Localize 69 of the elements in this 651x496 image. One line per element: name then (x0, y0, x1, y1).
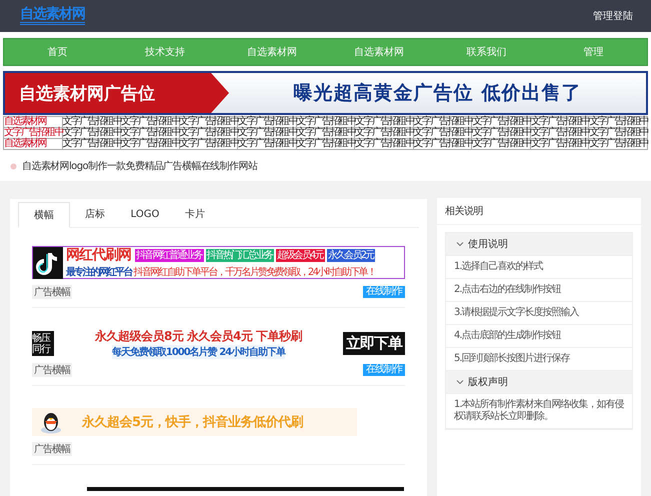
notice-text: 自选素材网logo制作一款免费精品广告横幅在线制作网站 (22, 160, 258, 173)
text-ad-link[interactable]: 文字广告招租中 (413, 128, 472, 138)
banner-slogan: 抖音网红自助下单平台，千万名片赞免费领取，24小时自助下单！ (134, 266, 376, 279)
text-ad-link[interactable]: 文字广告招租中 (238, 116, 296, 128)
text-ad-link[interactable]: 自选素材网 (4, 138, 62, 150)
banner-tag: 抖音热门汇总业务 (206, 248, 274, 262)
text-ad-link[interactable]: 文字广告招租中 (4, 128, 62, 138)
help-text: 1.选择自己喜欢的样式 (446, 256, 632, 279)
help-text: 3.请根据提示文字长度按照输入 (446, 302, 632, 325)
text-ad-link[interactable]: 文字广告招租中 (354, 128, 414, 138)
text-ad-link[interactable]: 文字广告招租中 (120, 138, 180, 150)
banner-label: 广告横幅 (32, 363, 72, 377)
text-ad-link[interactable]: 文字广告招租中 (588, 128, 648, 138)
banner-heading: 自选素材网广告位 (5, 73, 229, 113)
text-ad-link[interactable]: 文字广告招租中 (530, 128, 589, 138)
text-ad-link[interactable]: 文字广告招租中 (530, 138, 589, 150)
banner-tag: 抖音网红普通业务 (135, 248, 204, 262)
help-text: 1.本站所有制作素材来自网络收集，如有侵权请联系站长立即删除。 (446, 394, 632, 429)
text-ad-link[interactable]: 文字广告招租中 (413, 138, 472, 150)
help-text: 2.点击右边的在线制作按钮 (446, 279, 632, 302)
banner-label: 广告横幅 (32, 285, 72, 299)
banner-tag: 超级会员4元 (276, 248, 325, 262)
chevron-icon (456, 379, 464, 385)
banner-subtitle: 最专注的网红平台 (66, 265, 132, 279)
text-ad-link[interactable]: 文字广告招租中 (354, 116, 414, 128)
text-ad-link[interactable]: 文字广告招租中 (472, 128, 530, 138)
text-ad-link[interactable]: 文字广告招租中 (62, 138, 121, 150)
text-ad-link[interactable]: 文字广告招租中 (354, 138, 414, 150)
chevron-icon (456, 241, 464, 247)
tab[interactable]: LOGO (120, 202, 170, 226)
text-ad-link[interactable]: 文字广告招租中 (588, 138, 648, 150)
banner-title: 永久超级会员8元 永久会员4元 下单秒刷 (94, 328, 302, 345)
text-ad-link[interactable]: 文字广告招租中 (120, 128, 180, 138)
text-ad-link[interactable]: 文字广告招租中 (179, 128, 238, 138)
text-ad-link[interactable]: 文字广告招租中 (588, 116, 648, 128)
banner-badge: 畅压同行 (32, 331, 54, 356)
text-ad-link[interactable]: 文字广告招租中 (413, 116, 472, 128)
penguin-icon (40, 410, 62, 434)
login-link[interactable]: 管理登陆 (593, 9, 633, 23)
text-ad-link[interactable]: 文字广告招租中 (179, 116, 238, 128)
text-ad-link[interactable]: 文字广告招租中 (296, 128, 355, 138)
text-ad-link[interactable]: 文字广告招租中 (472, 116, 530, 128)
banner-label: 广告横幅 (32, 442, 72, 456)
text-ad-link[interactable]: 文字广告招租中 (296, 138, 355, 150)
text-ad-link[interactable]: 文字广告招租中 (62, 116, 121, 128)
tab[interactable]: 店标 (70, 202, 120, 226)
tab[interactable]: 卡片 (170, 202, 220, 226)
text-ad-link[interactable]: 文字广告招租中 (120, 116, 180, 128)
banner-text: 曝光超高黄金广告位 低价出售了 (292, 81, 582, 106)
help-text: 4.点击底部的生成制作按钮 (446, 325, 632, 348)
accordion-header[interactable]: 版权声明 (446, 371, 632, 394)
ad-banner[interactable]: 自选素材网广告位 曝光超高黄金广告位 低价出售了 (3, 71, 648, 115)
text-ad-link[interactable]: 文字广告招租中 (296, 116, 355, 128)
text-ad-link[interactable]: 文字广告招租中 (472, 138, 530, 150)
panel-title: 相关说明 (437, 198, 641, 225)
text-ad-link[interactable]: 自选素材网 (4, 116, 62, 128)
text-ad-link[interactable]: 文字广告招租中 (238, 128, 296, 138)
accordion-header[interactable]: 使用说明 (446, 233, 632, 256)
banner-tag: 永久会员2元 (326, 248, 376, 262)
text-ad-link[interactable]: 文字广告招租中 (238, 138, 296, 150)
text-ad-link[interactable]: 文字广告招租中 (179, 138, 238, 150)
banner-subtitle: 每天免费领取1000名片赞 24小时自助下单 (112, 345, 286, 359)
text-ad-link[interactable]: 文字广告招租中 (62, 128, 121, 138)
bullet-icon (10, 162, 17, 170)
tab[interactable]: 横幅 (18, 202, 70, 228)
text-ad-link[interactable]: 文字广告招租中 (530, 116, 589, 128)
music-note-icon (33, 246, 63, 278)
banner-title: 网红代刷网 (66, 246, 131, 264)
banner-title: 永久超会5元，快手，抖音业务低价代刷 (82, 414, 304, 431)
